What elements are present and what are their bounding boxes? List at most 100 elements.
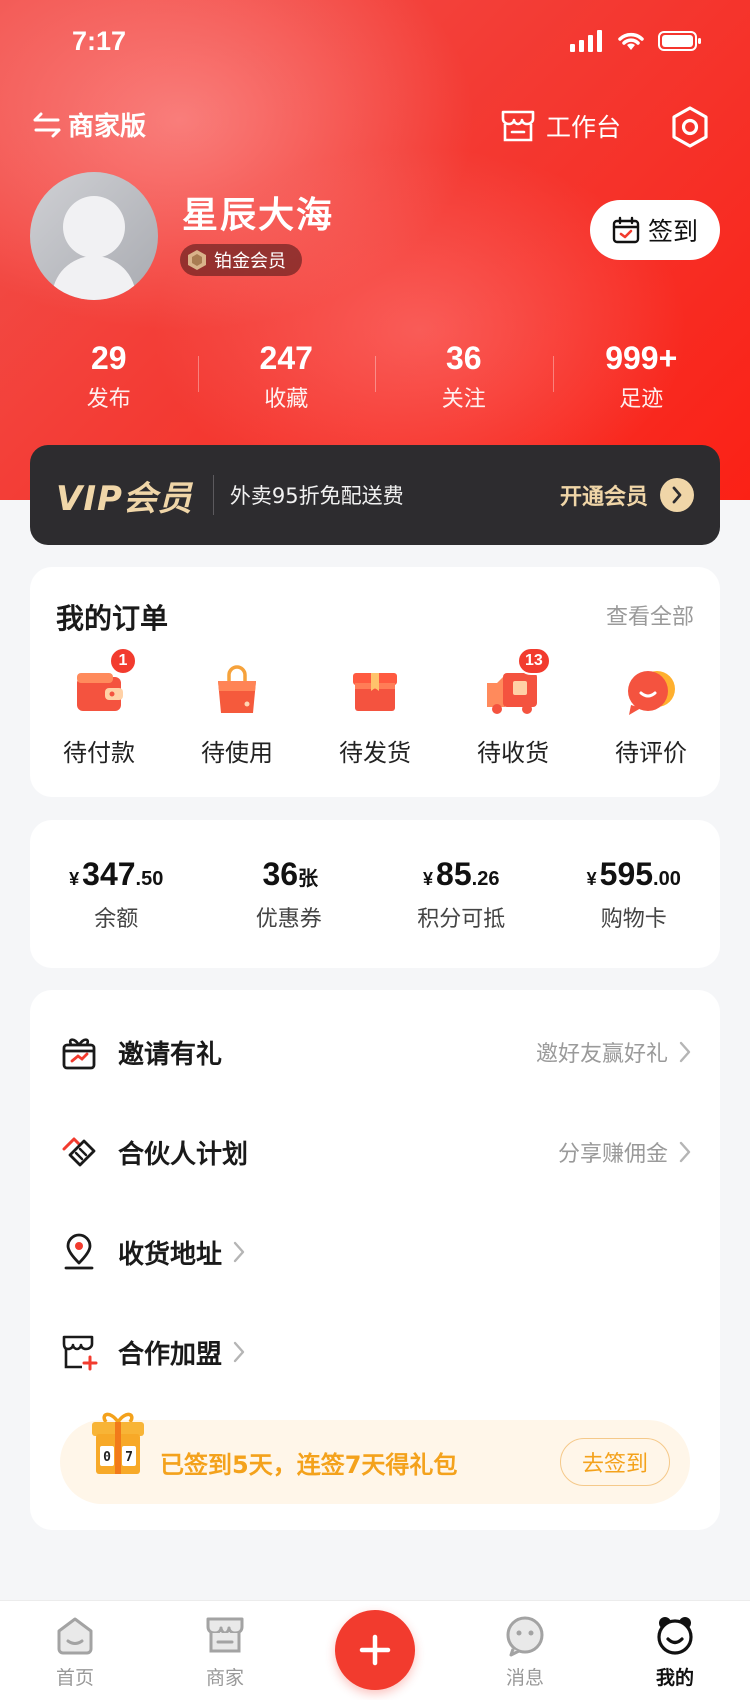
orders-card: 我的订单 查看全部 1 待付款 待使用 待发货 13 待收货 待评价: [30, 567, 720, 797]
menu-item-franchise[interactable]: 合作加盟: [30, 1302, 720, 1402]
go-checkin-button[interactable]: 去签到: [560, 1438, 670, 1486]
order-to-receive[interactable]: 13 待收货: [444, 647, 582, 768]
wallet-shopping-card[interactable]: ¥595.00 购物卡: [548, 856, 721, 933]
menu-item-invite[interactable]: 邀请有礼 邀好友赢好礼: [30, 1002, 720, 1102]
stat-label: 收藏: [264, 387, 309, 412]
stat-favorites[interactable]: 247 收藏: [197, 340, 376, 420]
merchant-mode-switch[interactable]: 商家版: [32, 106, 146, 143]
merchant-mode-label: 商家版: [68, 112, 147, 142]
checkin-promo-banner[interactable]: 0 7 已签到5天，连签7天得礼包 去签到: [60, 1412, 690, 1504]
wallet-label: 优惠券: [255, 906, 322, 932]
currency-symbol: ¥: [586, 868, 597, 889]
menu-item-address[interactable]: 收货地址: [30, 1202, 720, 1302]
profile-header: 7:17 商家版 工作台 星辰大海 铂金会员 签到 29 发布 247 收藏 36 关…: [0, 0, 750, 500]
calendar-check-icon: [612, 216, 640, 244]
chevron-right-icon: [679, 1141, 691, 1163]
tab-label: 首页: [55, 1667, 94, 1689]
shopping-bag-icon: [207, 661, 267, 721]
avatar[interactable]: [30, 172, 158, 300]
gift-box-calendar-icon: 0 7: [92, 1412, 144, 1474]
menu-item-partner[interactable]: 合伙人计划 分享赚佣金: [30, 1102, 720, 1202]
menu-hint: 分享赚佣金: [557, 1142, 668, 1167]
order-status-list: 1 待付款 待使用 待发货 13 待收货 待评价: [30, 647, 720, 768]
handshake-icon: [62, 1137, 96, 1167]
wallet-value: 36张: [203, 856, 376, 893]
store-icon: [501, 110, 535, 142]
value-decimal: .00: [653, 867, 681, 890]
avatar-body-shape: [52, 256, 136, 300]
order-pending-payment[interactable]: 1 待付款: [30, 647, 168, 768]
menu-hint: 邀好友赢好礼: [535, 1042, 668, 1067]
status-time: 7:17: [72, 26, 127, 56]
order-badge: 13: [517, 647, 551, 675]
package-box-icon: [345, 661, 405, 721]
stat-following[interactable]: 36 关注: [375, 340, 553, 420]
order-label: 待评价: [615, 739, 687, 767]
settings-gear-icon[interactable]: [668, 105, 712, 149]
chevron-right-icon: [233, 1241, 245, 1263]
status-icons: [570, 30, 702, 52]
order-label: 待发货: [339, 739, 411, 767]
status-bar: 7:17: [0, 0, 750, 88]
comment-bubble-icon: [621, 661, 681, 721]
stat-posts[interactable]: 29 发布: [20, 340, 198, 420]
member-level-label: 铂金会员: [214, 251, 286, 272]
message-icon: [506, 1616, 544, 1657]
promo-text: 已签到5天，连签7天得礼包: [160, 1450, 458, 1479]
profile-icon: [657, 1617, 693, 1655]
order-to-review[interactable]: 待评价: [582, 661, 720, 768]
value-integer: 595: [599, 855, 654, 892]
stat-value: 999+: [605, 340, 678, 376]
publish-plus-button[interactable]: [335, 1610, 415, 1690]
wallet-card: ¥347.50 余额 36张 优惠券 ¥85.26 积分可抵 ¥595.00 购…: [30, 820, 720, 968]
checkin-label: 签到: [647, 217, 698, 246]
wallet-label: 购物卡: [600, 906, 667, 932]
vip-divider: [212, 475, 214, 515]
currency-symbol: ¥: [69, 868, 80, 889]
tab-messages[interactable]: 消息: [450, 1601, 600, 1700]
workbench-button[interactable]: 工作台: [500, 108, 621, 144]
value-integer: 347: [82, 855, 136, 892]
stat-history[interactable]: 999+ 足迹: [552, 340, 731, 420]
stat-label: 足迹: [619, 387, 664, 412]
order-to-use[interactable]: 待使用: [168, 661, 306, 768]
value-decimal: .26: [471, 867, 500, 890]
plus-icon: [359, 1634, 391, 1666]
tab-home[interactable]: 首页: [0, 1601, 150, 1700]
wallet-value: ¥595.00: [548, 856, 721, 893]
platinum-hexagon-icon: [188, 250, 206, 270]
location-pin-icon: [64, 1233, 94, 1270]
home-icon: [57, 1617, 93, 1655]
wallet-coupons[interactable]: 36张 优惠券: [203, 856, 376, 933]
store-add-icon: [62, 1335, 98, 1371]
value-unit: 张: [298, 867, 319, 890]
wallet-balance[interactable]: ¥347.50 余额: [30, 856, 203, 933]
service-menu-card: 邀请有礼 邀好友赢好礼 合伙人计划 分享赚佣金 收货地址 合作加盟 0 7 已签…: [30, 990, 720, 1530]
stat-label: 发布: [86, 387, 131, 412]
order-label: 待使用: [201, 739, 273, 767]
menu-label: 收货地址: [118, 1239, 223, 1270]
vip-open-button[interactable]: 开通会员: [560, 478, 694, 512]
menu-label: 合伙人计划: [118, 1139, 249, 1170]
wallet-icon: 1: [69, 647, 137, 721]
tab-shop[interactable]: 商家: [150, 1601, 300, 1700]
stat-value: 36: [445, 340, 482, 376]
tab-label: 商家: [205, 1667, 244, 1689]
wallet-points[interactable]: ¥85.26 积分可抵: [375, 856, 548, 933]
wallet-label: 余额: [94, 906, 139, 932]
member-level-badge[interactable]: 铂金会员: [180, 244, 302, 276]
orders-title: 我的订单: [56, 602, 169, 635]
vip-banner[interactable]: VIP会员 外卖95折免配送费 开通会员: [30, 445, 720, 545]
order-label: 待收货: [477, 739, 549, 767]
order-to-ship[interactable]: 待发货: [306, 661, 444, 768]
signal-icon: [570, 30, 602, 52]
chevron-right-icon: [679, 1041, 691, 1063]
username: 星辰大海: [182, 195, 335, 236]
menu-label: 邀请有礼: [118, 1039, 223, 1070]
value-integer: 85: [436, 855, 472, 892]
vip-description: 外卖95折免配送费: [229, 484, 404, 508]
view-all-orders-link[interactable]: 查看全部: [606, 599, 694, 631]
checkin-button[interactable]: 签到: [590, 200, 720, 260]
delivery-truck-icon: 13: [483, 647, 551, 721]
tab-profile[interactable]: 我的: [600, 1601, 750, 1700]
